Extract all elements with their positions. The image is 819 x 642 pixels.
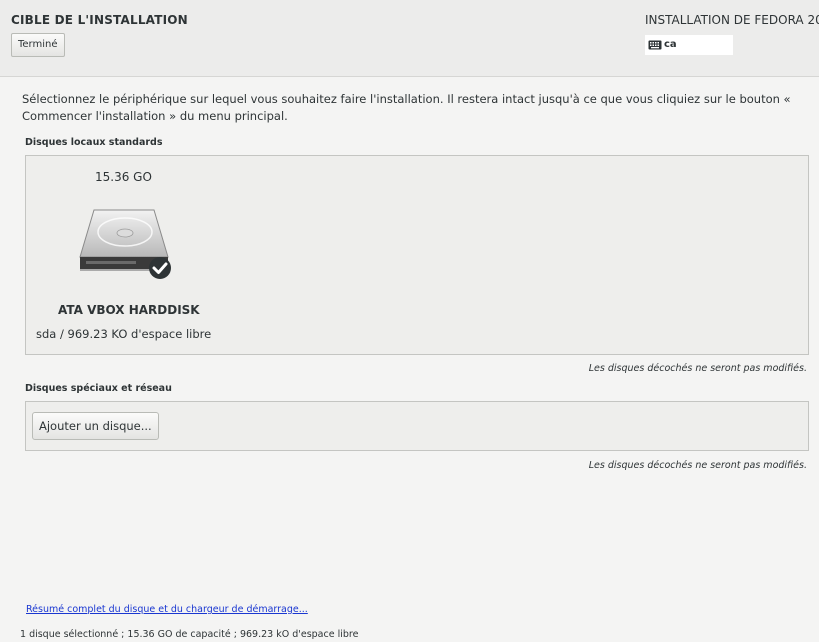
disk-size: 15.36 GO — [95, 170, 152, 184]
page-title: CIBLE DE L'INSTALLATION — [11, 13, 188, 27]
done-button[interactable]: Terminé — [11, 33, 65, 57]
selected-check-icon — [149, 257, 171, 279]
full-summary-link[interactable]: Résumé complet du disque et du chargeur … — [26, 604, 308, 615]
local-disks-label: Disques locaux standards — [25, 137, 163, 148]
keyboard-layout-indicator[interactable]: ca — [645, 35, 733, 55]
disk-name: ATA VBOX HARDDISK — [58, 303, 200, 317]
product-title: INSTALLATION DE FEDORA 20 — [645, 13, 819, 27]
special-disks-note: Les disques décochés ne seront pas modif… — [588, 460, 807, 471]
special-disks-label: Disques spéciaux et réseau — [25, 383, 172, 394]
disk-details: sda / 969.23 KO d'espace libre — [36, 327, 212, 341]
add-disk-button[interactable]: Ajouter un disque... — [32, 412, 159, 440]
selection-status: 1 disque sélectionné ; 15.36 GO de capac… — [20, 629, 359, 640]
intro-text: Sélectionnez le périphérique sur lequel … — [22, 92, 791, 123]
keyboard-layout-label: ca — [664, 39, 677, 50]
harddisk-icon — [79, 209, 171, 279]
header-bar: CIBLE DE L'INSTALLATION Terminé INSTALLA… — [0, 0, 819, 77]
local-disks-note: Les disques décochés ne seront pas modif… — [588, 363, 807, 374]
keyboard-icon — [648, 40, 662, 50]
